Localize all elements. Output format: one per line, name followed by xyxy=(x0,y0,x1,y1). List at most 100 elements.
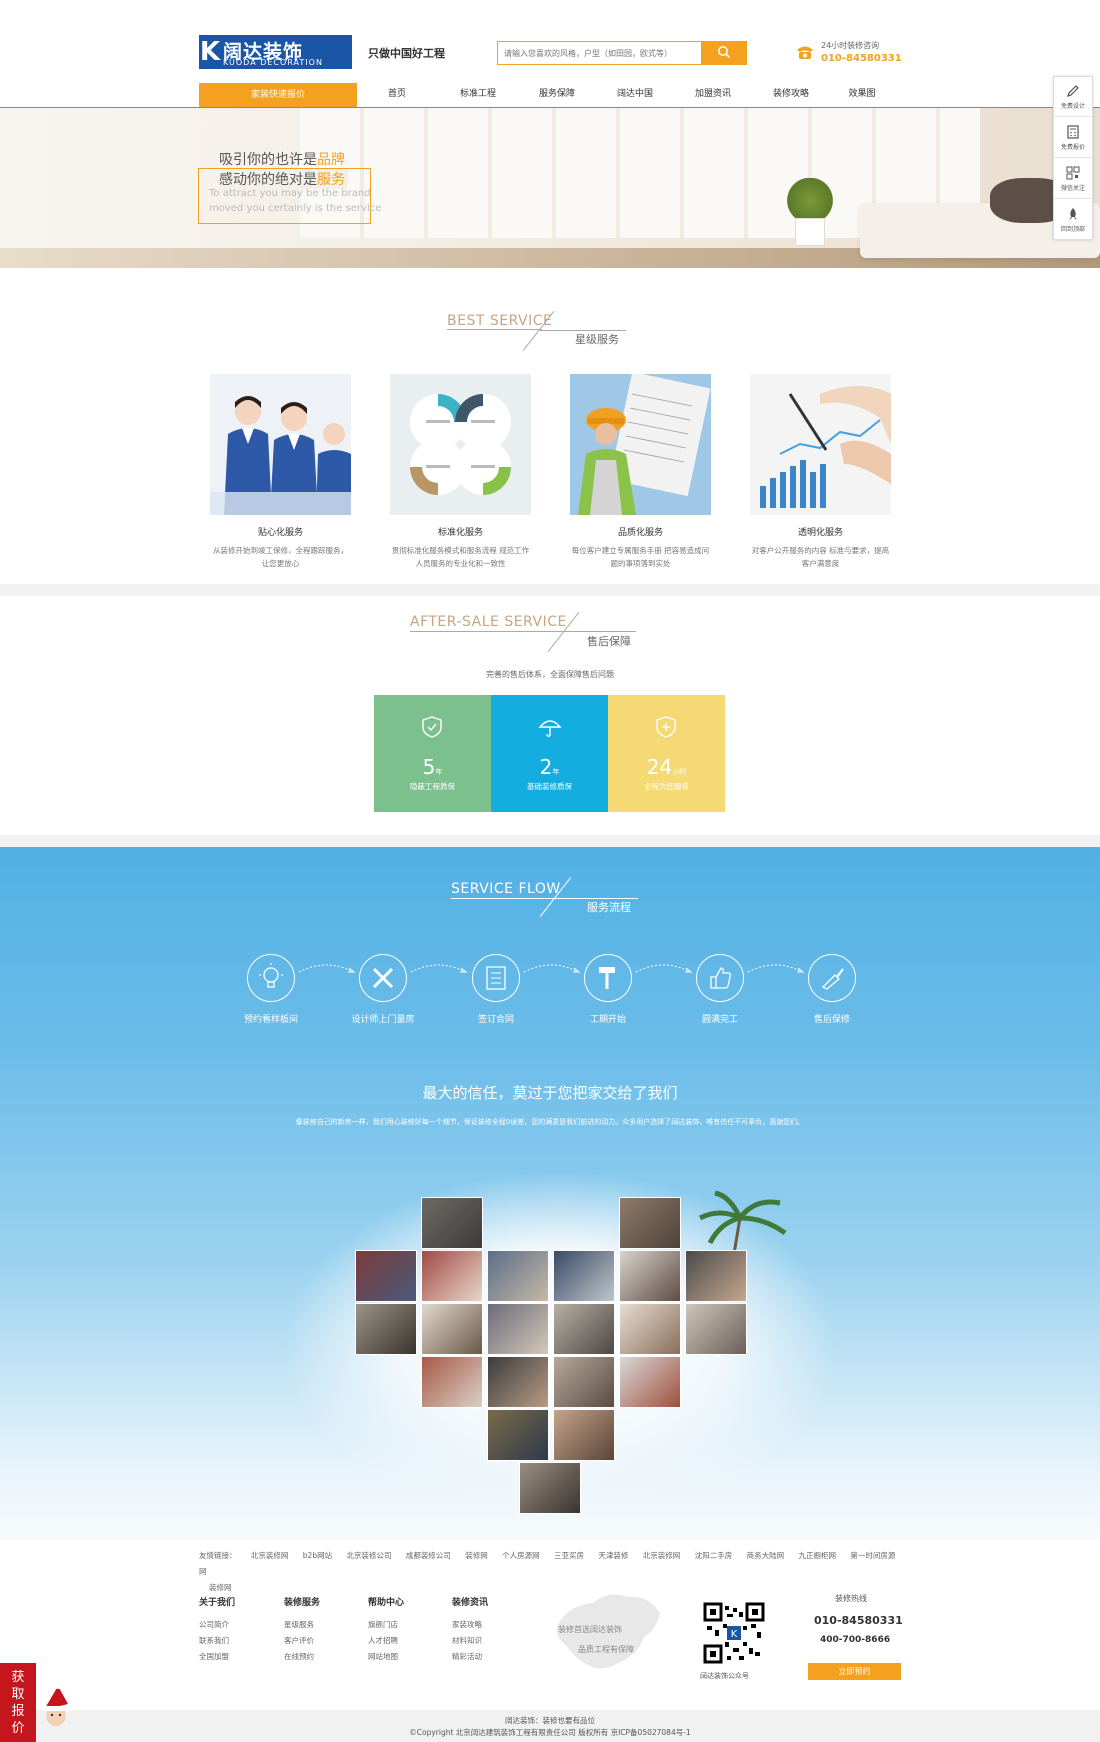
service-card-transparent[interactable]: 透明化服务 对客户公开服务的内容 标准与要求，提高客户满意度 xyxy=(750,374,891,570)
trowel-icon xyxy=(821,968,844,990)
title-rule xyxy=(566,631,636,632)
footer-link[interactable]: 星级服务 xyxy=(284,1617,320,1633)
nav-item-standard[interactable]: 标准工程 xyxy=(448,83,508,108)
service-card-quality[interactable]: 品质化服务 每位客户建立专属服务手册 把容易造成问题的事项落到实处 xyxy=(570,374,711,570)
customer-photo xyxy=(421,1197,483,1249)
search-icon xyxy=(718,45,731,58)
customer-photo xyxy=(619,1250,681,1302)
customer-photo xyxy=(553,1250,615,1302)
flow-step-1-circle xyxy=(247,954,295,1002)
friend-link[interactable]: 北京装修网 xyxy=(251,1551,289,1560)
warranty-value: 24小时 xyxy=(646,755,687,779)
title-rule xyxy=(410,631,568,632)
friend-link[interactable]: 北京装修公司 xyxy=(346,1551,391,1560)
warranty-label: 隐蔽工程质保 xyxy=(410,782,455,791)
footer-link[interactable]: 网站地图 xyxy=(368,1649,404,1665)
footer-link[interactable]: 精彩活动 xyxy=(452,1649,488,1665)
footer-link[interactable]: 公司简介 xyxy=(199,1617,235,1633)
qrcode-icon xyxy=(1066,166,1080,180)
nav-item-china[interactable]: 阔达中国 xyxy=(605,83,665,108)
title-rule xyxy=(447,329,542,330)
footer-col-about: 关于我们 公司简介 联系我们 全国加盟 xyxy=(199,1595,235,1665)
right-float-toolbar: 免费设计 免费报价 微信关注 回到顶部 xyxy=(1053,76,1093,240)
contract-icon xyxy=(486,966,506,990)
nav-item-service[interactable]: 服务保障 xyxy=(527,83,587,108)
hero-pot xyxy=(795,218,825,246)
flow-title-en: SERVICE FLOW xyxy=(451,881,561,897)
best-service-section xyxy=(0,288,1100,584)
flow-step-6-circle xyxy=(808,954,856,1002)
footer-link[interactable]: 旗舰门店 xyxy=(368,1617,404,1633)
service-card-title: 标准化服务 xyxy=(437,528,483,538)
friend-link[interactable]: 沈阳二手房 xyxy=(695,1551,733,1560)
friend-link[interactable]: 三亚买房 xyxy=(554,1551,584,1560)
friend-link[interactable]: 装修网 xyxy=(209,1583,232,1592)
engineer-illustration xyxy=(570,374,711,515)
nav-item-gallery[interactable]: 效果图 xyxy=(837,83,887,108)
calculator-icon xyxy=(1067,125,1079,139)
service-card-title: 贴心化服务 xyxy=(257,528,303,538)
service-card-standard[interactable]: 标准化服务 贯彻标准化服务模式和服务流程 规范工作人员服务的专业化和一致性 xyxy=(390,374,531,570)
service-card-title: 透明化服务 xyxy=(797,528,843,538)
section-gap xyxy=(0,584,1100,596)
friend-link[interactable]: 商务大陆网 xyxy=(747,1551,785,1560)
warranty-value: 2年 xyxy=(539,755,560,779)
footer-col-news: 装修资讯 家装攻略 材料知识 精彩活动 xyxy=(452,1595,488,1665)
thumbs-up-icon xyxy=(710,967,731,989)
footer-link[interactable]: 在线预约 xyxy=(284,1649,320,1665)
book-now-button[interactable]: 立即预约 xyxy=(808,1663,901,1680)
sidebar-label: 免费报价 xyxy=(1060,144,1085,151)
friend-link[interactable]: 九正橱柜网 xyxy=(798,1551,836,1560)
friend-link[interactable]: b2b网站 xyxy=(303,1551,332,1560)
tools-cross-icon xyxy=(372,967,394,989)
hero-banner[interactable] xyxy=(0,108,1100,268)
footer-col-title: 装修服务 xyxy=(284,1598,321,1608)
footer-link[interactable]: 客户评价 xyxy=(284,1633,320,1649)
friend-link[interactable]: 装修网 xyxy=(465,1551,488,1560)
sidebar-label: 回到顶部 xyxy=(1060,226,1085,233)
service-card-caring[interactable]: 贴心化服务 从装修开始到竣工保修，全程跟踪服务，让您更放心 xyxy=(210,374,351,570)
footer-link[interactable]: 联系我们 xyxy=(199,1633,235,1649)
sidebar-item-free-quote[interactable]: 免费报价 xyxy=(1054,118,1092,158)
warranty-box-basic: 2年 基础装修质保 xyxy=(491,695,608,812)
friend-link[interactable]: 北京装修网 xyxy=(643,1551,681,1560)
footer-hotline-2: 400-700-8666 xyxy=(820,1635,891,1645)
umbrella-icon xyxy=(538,720,562,737)
map-slogan-2: 品质工程有保障 xyxy=(578,1645,634,1654)
customer-photo xyxy=(421,1356,483,1408)
floating-get-quote-button[interactable]: 获取报价 xyxy=(0,1663,36,1742)
shield-plus-icon xyxy=(656,716,676,738)
customer-photo xyxy=(421,1303,483,1355)
after-sale-title-en: AFTER-SALE SERVICE xyxy=(410,614,567,630)
sidebar-item-back-to-top[interactable]: 回到顶部 xyxy=(1054,200,1092,240)
footer-link[interactable]: 材料知识 xyxy=(452,1633,488,1649)
rocket-icon xyxy=(1069,208,1077,220)
service-card-title: 品质化服务 xyxy=(617,528,663,538)
friend-link[interactable]: 个人房源网 xyxy=(502,1551,540,1560)
search-button[interactable] xyxy=(701,41,747,65)
nav-item-home[interactable]: 首页 xyxy=(382,83,412,108)
customer-photo xyxy=(619,1303,681,1355)
flow-arrow xyxy=(747,964,805,973)
customer-photo xyxy=(487,1356,549,1408)
friend-link[interactable]: 成都装修公司 xyxy=(406,1551,451,1560)
customer-photo xyxy=(355,1250,417,1302)
footer-link[interactable]: 人才招聘 xyxy=(368,1633,404,1649)
nav-item-franchise[interactable]: 加盟资讯 xyxy=(683,83,743,108)
floating-quote-label: 获取报价 xyxy=(11,1670,25,1736)
logo[interactable]: K 阔达装饰 KUODA DECORATION xyxy=(199,35,352,69)
copyright-tagline: 阔达装饰：装修也要有品位 xyxy=(505,1716,595,1725)
main-nav: 首页 标准工程 服务保障 阔达中国 加盟资讯 装修攻略 效果图 xyxy=(365,83,895,108)
flow-step-label: 售后保修 xyxy=(813,1015,850,1025)
footer-link[interactable]: 全国加盟 xyxy=(199,1649,235,1665)
qrcode-label: 阔达装饰公众号 xyxy=(700,1672,749,1680)
sidebar-item-free-design[interactable]: 免费设计 xyxy=(1054,77,1092,117)
footer-link[interactable]: 家装攻略 xyxy=(452,1617,488,1633)
flow-step-label: 工期开始 xyxy=(589,1015,626,1025)
nav-item-guide[interactable]: 装修攻略 xyxy=(761,83,821,108)
sidebar-item-wechat[interactable]: 微信关注 xyxy=(1054,159,1092,199)
quick-quote-button[interactable]: 家装快速报价 xyxy=(199,83,357,108)
customer-photo xyxy=(685,1303,747,1355)
search-input[interactable] xyxy=(497,41,701,65)
friend-link[interactable]: 天津装修 xyxy=(598,1551,628,1560)
